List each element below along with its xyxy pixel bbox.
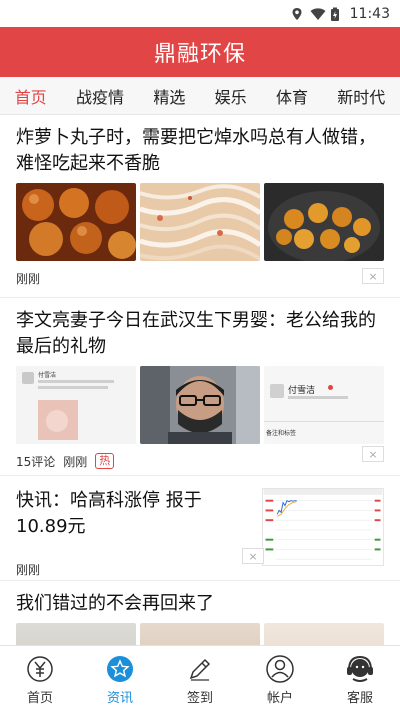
bottom-navigation: 首页 资讯 签到 帐户 客服: [0, 645, 400, 712]
thumb-caption: 备注和标签: [266, 430, 297, 437]
tab-epidemic[interactable]: 战疫情: [72, 84, 128, 108]
news-thumbnails: 付雪洁 付雪洁 备注和标签: [16, 366, 384, 444]
food-thumbnail: [264, 183, 384, 261]
wifi-icon: [310, 7, 326, 21]
food-thumbnail: [140, 183, 260, 261]
news-title[interactable]: 我们错过的不会再回来了: [16, 591, 384, 617]
tab-featured[interactable]: 精选: [149, 84, 189, 108]
nav-home-label: 首页: [26, 691, 53, 706]
thumb-name-left: 付雪洁: [38, 372, 57, 379]
headset-icon: [347, 655, 373, 682]
news-item[interactable]: 我们错过的不会再回来了: [0, 581, 400, 645]
app-title: 鼎融环保: [153, 42, 246, 67]
news-time: 刚刚: [16, 271, 41, 286]
app-header: 鼎融环保: [0, 27, 400, 77]
screenshot-thumbnail: 付雪洁 备注和标签: [264, 366, 384, 444]
user-icon: [266, 655, 294, 683]
location-icon: [290, 7, 304, 21]
news-item[interactable]: 炸萝卜丸子时，需要把它焯水吗总有人做错，难怪吃起来不香脆 刚刚 ×: [0, 115, 400, 298]
photo-thumbnail: [140, 366, 260, 444]
news-title[interactable]: 快讯：哈高科涨停 报于10.89元: [16, 488, 236, 540]
nav-checkin[interactable]: 签到: [170, 654, 230, 706]
news-thumbnails: [16, 623, 384, 645]
battery-icon: [330, 7, 344, 21]
news-title[interactable]: 李文亮妻子今日在武汉生下男婴：老公给我的最后的礼物: [16, 308, 384, 360]
news-time: 刚刚: [63, 454, 88, 469]
news-row: 快讯：哈高科涨停 报于10.89元 刚刚: [16, 486, 384, 586]
tab-entertainment[interactable]: 娱乐: [211, 84, 251, 108]
category-tabs: 首页 战疫情 精选 娱乐 体育 新时代: [0, 77, 400, 115]
nav-account[interactable]: 帐户: [250, 654, 310, 706]
news-time: 刚刚: [16, 562, 41, 577]
tab-new-era[interactable]: 新时代: [333, 84, 389, 108]
yen-icon: [27, 656, 53, 682]
hot-badge: 热: [95, 453, 115, 469]
nav-checkin-label: 签到: [186, 691, 213, 706]
news-title[interactable]: 炸萝卜丸子时，需要把它焯水吗总有人做错，难怪吃起来不香脆: [16, 125, 384, 177]
nav-account-label: 帐户: [266, 691, 293, 706]
dismiss-button[interactable]: ×: [362, 446, 384, 462]
status-time: 11:43: [349, 5, 390, 22]
news-item[interactable]: 快讯：哈高科涨停 报于10.89元 刚刚 ×: [0, 476, 400, 581]
news-item[interactable]: 李文亮妻子今日在武汉生下男婴：老公给我的最后的礼物 付雪洁 付雪洁 备注和标签 …: [0, 298, 400, 476]
news-feed: 炸萝卜丸子时，需要把它焯水吗总有人做错，难怪吃起来不香脆 刚刚 × 李文亮妻子今…: [0, 115, 400, 645]
tab-home[interactable]: 首页: [11, 84, 51, 108]
stock-chart-thumbnail: [262, 488, 384, 566]
comment-count: 15评论: [16, 454, 56, 469]
status-bar: 11:43: [0, 0, 400, 27]
nav-support[interactable]: 客服: [330, 654, 390, 706]
dismiss-button[interactable]: ×: [362, 268, 384, 284]
thumb-name-right: 付雪洁: [288, 386, 316, 396]
screenshot-thumbnail: 付雪洁: [16, 366, 136, 444]
nav-home[interactable]: 首页: [10, 654, 70, 706]
food-thumbnail: [16, 183, 136, 261]
photo-thumbnail: [16, 623, 136, 645]
photo-thumbnail: [264, 623, 384, 645]
news-meta: 刚刚: [16, 261, 384, 295]
nav-news[interactable]: 资讯: [90, 654, 150, 706]
pencil-icon: [189, 658, 211, 681]
news-meta: 15评论 刚刚 热: [16, 444, 384, 478]
nav-support-label: 客服: [346, 691, 373, 706]
star-icon: [107, 656, 133, 682]
nav-news-label: 资讯: [106, 691, 133, 706]
photo-thumbnail: [140, 623, 260, 645]
news-thumbnails: [16, 183, 384, 261]
tab-sports[interactable]: 体育: [272, 84, 312, 108]
dismiss-button[interactable]: ×: [242, 548, 264, 564]
